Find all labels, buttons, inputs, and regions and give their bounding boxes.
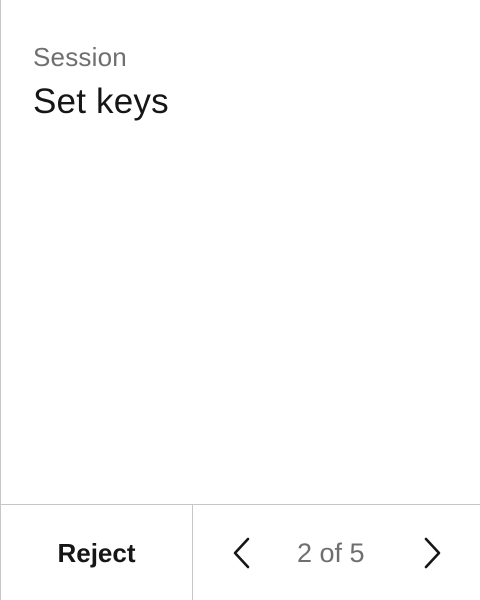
reject-button[interactable]: Reject — [1, 505, 193, 600]
panel-footer: Reject 2 of 5 — [1, 504, 480, 600]
session-label: Session — [33, 42, 127, 72]
panel-header: Session Set keys — [33, 40, 456, 124]
pagination: 2 of 5 — [193, 505, 480, 600]
session-panel: Session Set keys Reject 2 of 5 — [0, 0, 480, 600]
chevron-left-icon — [231, 536, 255, 570]
next-button[interactable] — [411, 533, 451, 573]
previous-button[interactable] — [223, 533, 263, 573]
page-indicator: 2 of 5 — [297, 538, 365, 568]
chevron-right-icon — [419, 536, 443, 570]
page-title: Set keys — [33, 82, 169, 121]
